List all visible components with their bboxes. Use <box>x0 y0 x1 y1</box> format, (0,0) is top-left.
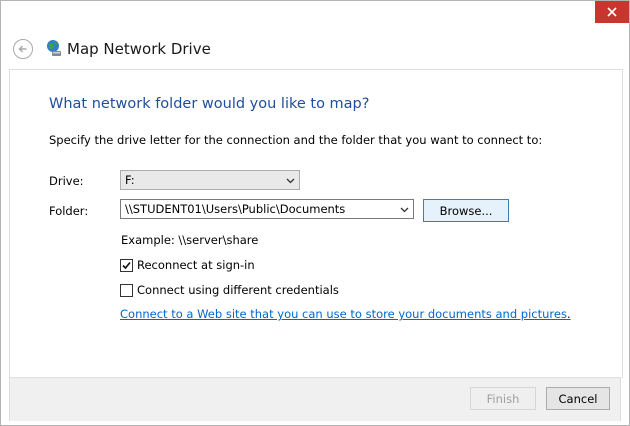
web-site-link-text[interactable]: Connect to a Web site that you can use t… <box>120 307 567 321</box>
finish-button[interactable]: Finish <box>470 387 536 410</box>
drive-select[interactable]: F: <box>120 170 300 190</box>
dialog-header: Map Network Drive <box>1 23 629 69</box>
example-text: Example: \\server\share <box>121 233 259 247</box>
reconnect-option[interactable]: Reconnect at sign-in <box>120 258 255 272</box>
different-credentials-checkbox[interactable] <box>120 283 133 297</box>
map-network-drive-window: Map Network Drive What network folder wo… <box>0 0 630 426</box>
link-period: . <box>566 307 571 321</box>
web-site-link[interactable]: Connect to a Web site that you can use t… <box>120 307 571 321</box>
instruction-text: Specify the drive letter for the connect… <box>49 133 543 147</box>
browse-button[interactable]: Browse... <box>423 199 509 222</box>
checkmark-icon <box>122 261 131 269</box>
page-heading: What network folder would you like to ma… <box>49 96 370 112</box>
drive-label: Drive: <box>49 174 84 188</box>
folder-label: Folder: <box>49 204 89 218</box>
close-button[interactable] <box>595 1 629 23</box>
reconnect-checkbox[interactable] <box>120 258 133 272</box>
different-credentials-label: Connect using different credentials <box>137 283 339 297</box>
drive-select-value: F: <box>125 173 135 187</box>
cancel-button[interactable]: Cancel <box>546 387 610 410</box>
folder-combobox[interactable]: \\STUDENT01\Users\Public\Documents <box>120 199 414 219</box>
back-arrow-icon <box>18 45 27 53</box>
window-title: Map Network Drive <box>67 40 211 58</box>
chevron-down-icon <box>286 178 295 184</box>
network-drive-icon <box>47 40 61 56</box>
back-button[interactable] <box>13 39 33 59</box>
close-icon <box>607 7 617 17</box>
different-credentials-option[interactable]: Connect using different credentials <box>120 283 339 297</box>
reconnect-label: Reconnect at sign-in <box>137 258 255 272</box>
chevron-down-icon <box>400 207 409 213</box>
dialog-footer: Finish Cancel <box>9 377 621 421</box>
folder-value: \\STUDENT01\Users\Public\Documents <box>125 202 346 216</box>
content-area: What network folder would you like to ma… <box>9 69 623 378</box>
